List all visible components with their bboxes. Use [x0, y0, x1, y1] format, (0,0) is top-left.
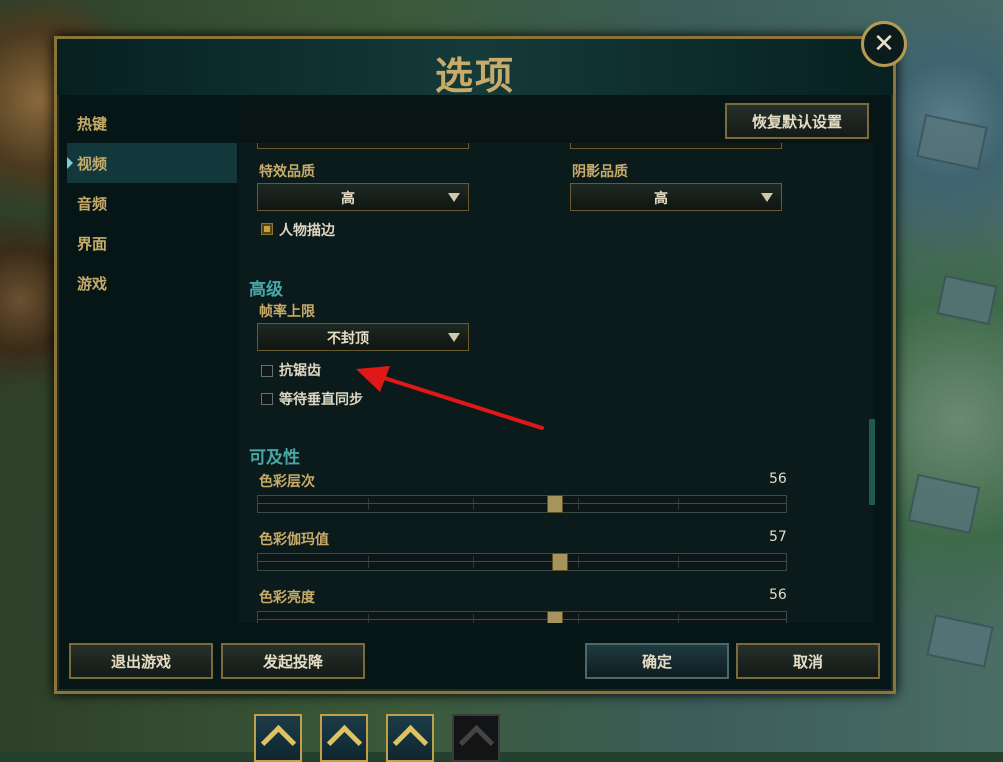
close-button[interactable]: ✕	[861, 21, 907, 67]
anti-aliasing-label: 抗锯齿	[279, 363, 321, 379]
dropdown-value: 高	[341, 191, 355, 207]
cancel-button[interactable]: 取消	[736, 643, 880, 679]
chevron-up-icon	[392, 724, 428, 761]
chevron-up-icon	[260, 724, 296, 761]
effects-quality-dropdown[interactable]: 高	[257, 183, 469, 211]
panel-header: 恢复默认设置	[239, 103, 873, 143]
slider-tick	[368, 498, 369, 510]
dropdown-value: 不封顶	[327, 331, 369, 347]
panel-scrollbar[interactable]	[869, 419, 875, 505]
settings-panel: 高 高 恢复默认设置 特效品质 高 阴影品质 高 人物描边 高级 帧率上限 不封…	[239, 103, 873, 623]
sidebar-item-label: 热键	[77, 114, 108, 133]
restore-defaults-button[interactable]: 恢复默认设置	[725, 103, 869, 139]
color-brightness-slider[interactable]	[257, 611, 787, 623]
sidebar-item-video[interactable]: 视频	[67, 143, 237, 183]
slider-thumb[interactable]	[546, 611, 563, 623]
vsync-checkbox[interactable]	[261, 393, 273, 405]
slider-tick	[578, 498, 579, 510]
slider-tick	[578, 556, 579, 568]
slider-tick	[473, 498, 474, 510]
frame-rate-cap-label: 帧率上限	[259, 304, 315, 320]
slider-tick	[473, 614, 474, 623]
color-levels-label: 色彩层次	[259, 474, 315, 490]
sidebar-item-label: 游戏	[77, 274, 108, 293]
chevron-down-icon	[448, 193, 460, 202]
color-levels-value: 56	[769, 471, 787, 487]
color-brightness-label: 色彩亮度	[259, 590, 315, 606]
background-tile	[936, 274, 998, 326]
sidebar-item-hotkeys[interactable]: 热键	[67, 103, 237, 143]
surrender-button[interactable]: 发起投降	[221, 643, 365, 679]
slider-tick	[678, 498, 679, 510]
sidebar-item-label: 视频	[77, 154, 108, 173]
dialog-title: 选项	[434, 54, 515, 98]
hud-upgrade-button[interactable]	[254, 714, 302, 762]
hud-upgrade-button-disabled	[452, 714, 500, 762]
accessibility-heading: 可及性	[249, 448, 300, 468]
character-outline-checkbox[interactable]	[261, 223, 273, 235]
slider-tick	[368, 556, 369, 568]
dropdown-value: 高	[654, 191, 668, 207]
hud-upgrade-button[interactable]	[320, 714, 368, 762]
chevron-down-icon	[761, 193, 773, 202]
color-brightness-value: 56	[769, 587, 787, 603]
chevron-down-icon	[448, 333, 460, 342]
color-gamma-slider[interactable]	[257, 553, 787, 571]
exit-game-button[interactable]: 退出游戏	[69, 643, 213, 679]
slider-tick	[368, 614, 369, 623]
options-sidebar: 热键 视频 音频 界面 游戏	[67, 103, 237, 303]
effects-quality-label: 特效品质	[259, 164, 315, 180]
background-tile	[916, 113, 988, 171]
hud-upgrade-button[interactable]	[386, 714, 434, 762]
vsync-label: 等待垂直同步	[279, 392, 363, 408]
sidebar-item-label: 音频	[77, 194, 108, 213]
slider-tick	[678, 556, 679, 568]
chevron-up-icon	[458, 724, 494, 761]
color-gamma-label: 色彩伽玛值	[259, 532, 329, 548]
slider-tick	[473, 556, 474, 568]
sidebar-item-label: 界面	[77, 234, 108, 253]
advanced-heading: 高级	[249, 280, 283, 300]
slider-thumb[interactable]	[546, 495, 563, 513]
chevron-up-icon	[326, 724, 362, 761]
shadow-quality-dropdown[interactable]: 高	[570, 183, 782, 211]
sidebar-item-game[interactable]: 游戏	[67, 263, 237, 303]
frame-rate-cap-dropdown[interactable]: 不封顶	[257, 323, 469, 351]
color-levels-slider[interactable]	[257, 495, 787, 513]
confirm-button[interactable]: 确定	[585, 643, 729, 679]
slider-tick	[578, 614, 579, 623]
anti-aliasing-checkbox[interactable]	[261, 365, 273, 377]
background-tile	[926, 614, 994, 668]
slider-thumb[interactable]	[551, 553, 568, 571]
sidebar-item-audio[interactable]: 音频	[67, 183, 237, 223]
shadow-quality-label: 阴影品质	[572, 164, 628, 180]
sidebar-item-interface[interactable]: 界面	[67, 223, 237, 263]
slider-tick	[678, 614, 679, 623]
close-icon: ✕	[873, 29, 895, 59]
options-dialog: 选项 热键 视频 音频 界面 游戏 高 高 恢复默认设置 特效品质 高 阴影品质…	[54, 36, 896, 694]
character-outline-label: 人物描边	[279, 223, 335, 239]
color-gamma-value: 57	[769, 529, 787, 545]
background-tile	[907, 473, 981, 535]
